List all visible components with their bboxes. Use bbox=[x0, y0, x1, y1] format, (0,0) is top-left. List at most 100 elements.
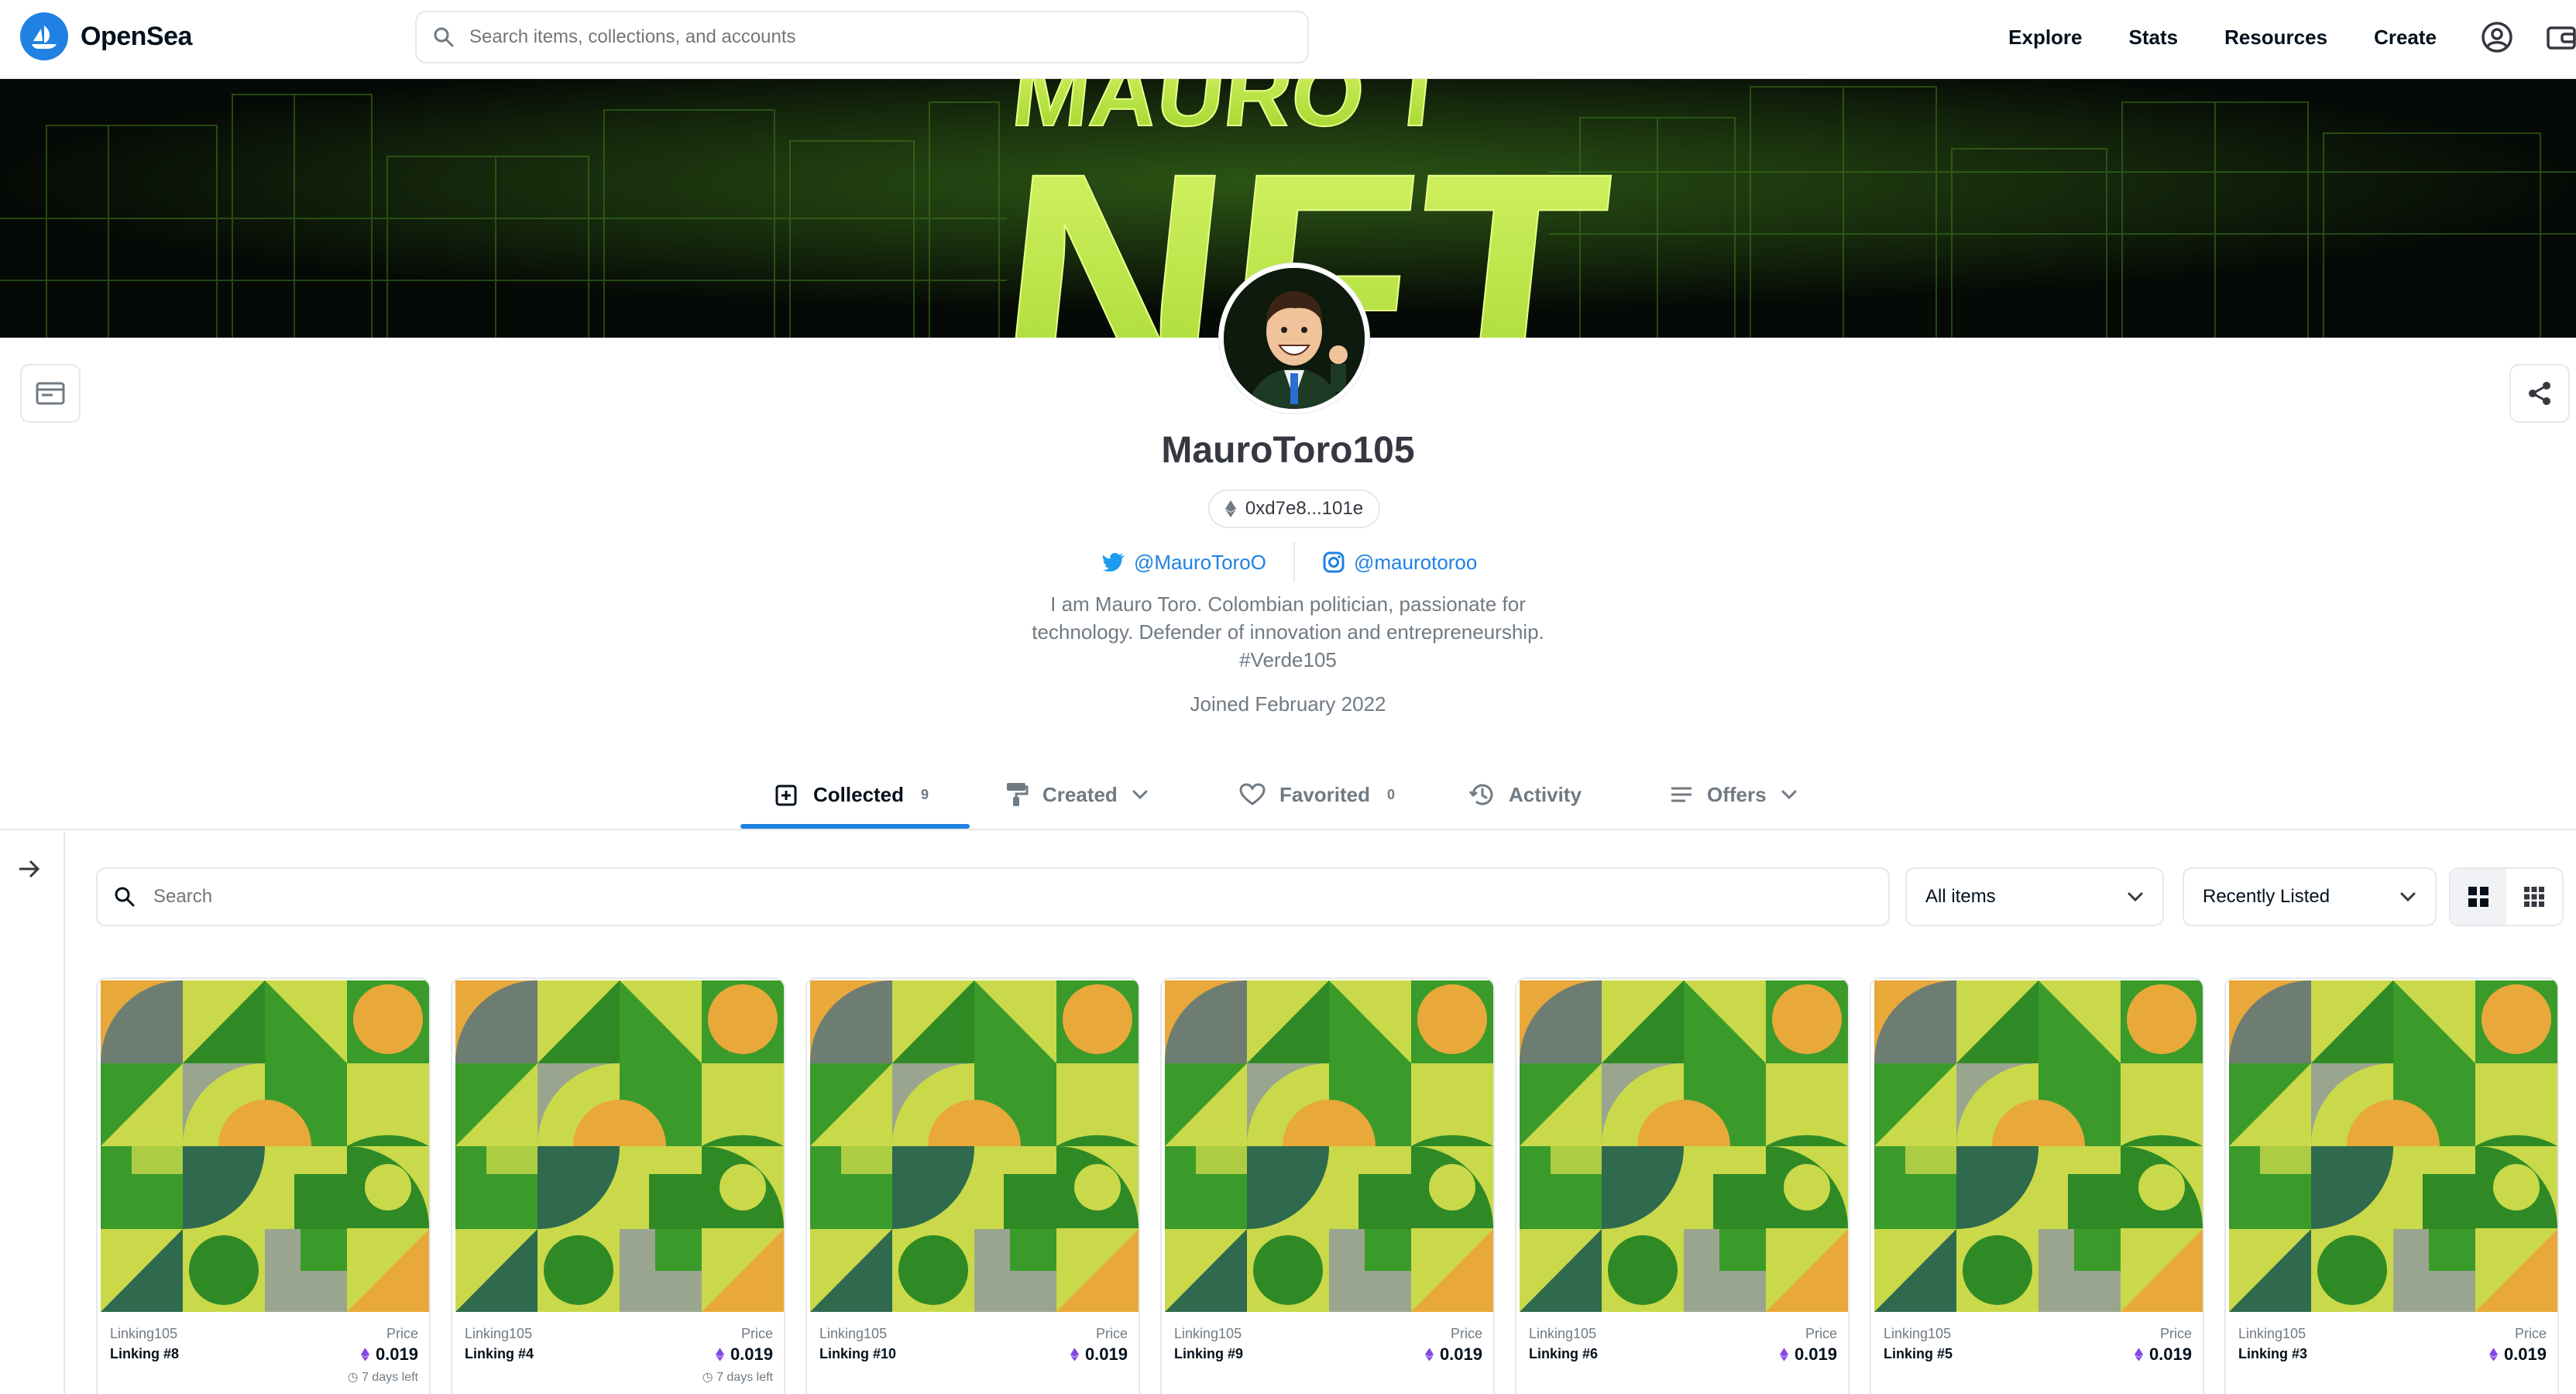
nft-collection-name: Linking105 bbox=[1529, 1326, 1597, 1341]
chevron-down-icon bbox=[1132, 790, 1148, 800]
nft-price: 0.019 bbox=[1070, 1344, 1128, 1365]
account-icon[interactable] bbox=[2480, 20, 2514, 54]
nft-card[interactable]: Linking105 Linking #3 Price 0.019 bbox=[2224, 977, 2559, 1394]
chevron-down-icon bbox=[2400, 892, 2416, 902]
nft-card-details: Linking105 Linking #4 Price 0.019 ◷ 7 da… bbox=[452, 1312, 784, 1394]
nft-collection-name: Linking105 bbox=[110, 1326, 178, 1341]
profile-avatar bbox=[1219, 263, 1369, 414]
nav-resources[interactable]: Resources bbox=[2224, 26, 2327, 50]
nft-card[interactable]: Linking105 Linking #9 Price 0.019 bbox=[1160, 977, 1495, 1394]
items-search[interactable] bbox=[96, 867, 1890, 926]
large-grid-button[interactable] bbox=[2451, 869, 2506, 925]
tab-collected[interactable]: Collected 9 bbox=[775, 759, 929, 830]
nft-price-value: 0.019 bbox=[2148, 1344, 2192, 1364]
nft-image bbox=[1520, 980, 1848, 1312]
nft-time-left: ◷ 7 days left bbox=[348, 1369, 418, 1385]
expand-filters-button[interactable] bbox=[12, 852, 46, 886]
chevron-down-icon bbox=[1781, 790, 1797, 800]
share-button[interactable] bbox=[2509, 364, 2570, 423]
global-search[interactable] bbox=[415, 11, 1309, 64]
ethereum-icon bbox=[715, 1348, 724, 1361]
large-grid-icon bbox=[2468, 887, 2488, 907]
grid-view-toggle bbox=[2449, 867, 2564, 926]
list-icon bbox=[1671, 787, 1692, 802]
nft-name: Linking #10 bbox=[819, 1346, 897, 1361]
tab-favorited[interactable]: Favorited 0 bbox=[1239, 759, 1395, 830]
wallet-address-pill[interactable]: 0xd7e8...101e bbox=[1208, 489, 1380, 528]
paint-roller-icon bbox=[1007, 783, 1029, 806]
nft-time-left-text: 7 days left bbox=[362, 1371, 418, 1384]
nft-price-value: 0.019 bbox=[2503, 1344, 2547, 1364]
nft-card[interactable]: Linking105 Linking #4 Price 0.019 ◷ 7 da… bbox=[451, 977, 785, 1394]
nft-image bbox=[810, 980, 1139, 1312]
nft-card-details: Linking105 Linking #3 Price 0.019 bbox=[2226, 1312, 2557, 1394]
tab-activity-label: Activity bbox=[1509, 782, 1582, 806]
small-grid-icon bbox=[2524, 887, 2544, 907]
nft-price: 0.019 bbox=[1424, 1344, 1482, 1365]
nft-card[interactable]: Linking105 Linking #10 Price 0.019 bbox=[805, 977, 1140, 1394]
clock-icon: ◷ bbox=[347, 1371, 359, 1384]
nft-time-left: ◷ 7 days left bbox=[702, 1369, 773, 1385]
nft-image bbox=[101, 980, 429, 1312]
nft-price-label: Price bbox=[1805, 1326, 1837, 1341]
tab-offers[interactable]: Offers bbox=[1670, 759, 1798, 830]
nft-name: Linking #3 bbox=[2238, 1346, 2308, 1361]
opensea-logo[interactable]: OpenSea bbox=[20, 12, 192, 60]
nft-name: Linking #9 bbox=[1174, 1346, 1244, 1361]
nft-price: 0.019 bbox=[360, 1344, 418, 1365]
tab-collected-label: Collected bbox=[813, 782, 905, 806]
wallet-icon[interactable] bbox=[2545, 20, 2576, 54]
items-filter-select[interactable]: All items bbox=[1905, 867, 2164, 926]
nft-price-label: Price bbox=[386, 1326, 418, 1341]
browser-window-icon bbox=[36, 382, 65, 405]
ethereum-icon bbox=[1424, 1348, 1434, 1361]
sort-select[interactable]: Recently Listed bbox=[2183, 867, 2437, 926]
global-search-input[interactable] bbox=[469, 26, 1244, 48]
nft-card-details: Linking105 Linking #9 Price 0.019 bbox=[1162, 1312, 1493, 1394]
share-icon bbox=[2529, 382, 2550, 405]
items-search-input[interactable] bbox=[153, 886, 1857, 908]
nav-explore[interactable]: Explore bbox=[2008, 26, 2082, 50]
nft-card-details: Linking105 Linking #8 Price 0.019 ◷ 7 da… bbox=[98, 1312, 429, 1394]
nft-collection-name: Linking105 bbox=[1884, 1326, 1952, 1341]
nft-time-left-text: 7 days left bbox=[716, 1371, 773, 1384]
nft-card[interactable]: Linking105 Linking #6 Price 0.019 bbox=[1515, 977, 1850, 1394]
filter-sidebar-rail bbox=[0, 832, 65, 1394]
wallet-address: 0xd7e8...101e bbox=[1245, 498, 1364, 519]
main-nav: Explore Stats Resources Create bbox=[2008, 0, 2576, 74]
nft-name: Linking #5 bbox=[1884, 1346, 1953, 1361]
nft-price: 0.019 bbox=[2134, 1344, 2192, 1365]
top-header: OpenSea Explore Stats Resources Create bbox=[0, 0, 2576, 79]
tab-created[interactable]: Created bbox=[1005, 759, 1149, 830]
nft-price: 0.019 bbox=[715, 1344, 773, 1365]
ethereum-icon bbox=[2488, 1348, 2498, 1361]
chevron-down-icon bbox=[2128, 892, 2143, 902]
nft-price: 0.019 bbox=[2488, 1344, 2547, 1365]
nft-card[interactable]: Linking105 Linking #5 Price 0.019 bbox=[1870, 977, 2204, 1394]
nft-image bbox=[455, 980, 784, 1312]
small-grid-button[interactable] bbox=[2506, 869, 2562, 925]
ethereum-icon bbox=[360, 1348, 369, 1361]
ethereum-icon bbox=[1779, 1348, 1788, 1361]
tab-created-label: Created bbox=[1042, 782, 1118, 806]
bio-line: technology. Defender of innovation and e… bbox=[1032, 620, 1544, 644]
tab-favorited-count: 0 bbox=[1387, 786, 1396, 802]
nft-name: Linking #4 bbox=[465, 1346, 534, 1361]
search-icon bbox=[115, 887, 135, 907]
nft-card[interactable]: Linking105 Linking #8 Price 0.019 ◷ 7 da… bbox=[96, 977, 431, 1394]
banner-toggle-button[interactable] bbox=[20, 364, 81, 423]
tab-favorited-label: Favorited bbox=[1279, 782, 1371, 806]
nft-card-details: Linking105 Linking #6 Price 0.019 bbox=[1516, 1312, 1848, 1394]
twitter-link[interactable]: @MauroToroO bbox=[1103, 545, 1266, 579]
heart-icon bbox=[1239, 783, 1266, 805]
nft-card-details: Linking105 Linking #5 Price 0.019 bbox=[1871, 1312, 2203, 1394]
nav-create[interactable]: Create bbox=[2374, 26, 2437, 50]
nft-collection-name: Linking105 bbox=[465, 1326, 533, 1341]
tab-activity[interactable]: Activity bbox=[1468, 759, 1582, 830]
instagram-link[interactable]: @maurotoroo bbox=[1323, 545, 1477, 579]
nft-price-value: 0.019 bbox=[1794, 1344, 1837, 1364]
search-icon bbox=[434, 27, 454, 47]
brand-name: OpenSea bbox=[81, 21, 192, 51]
nft-image bbox=[1165, 980, 1493, 1312]
nav-stats[interactable]: Stats bbox=[2129, 26, 2179, 50]
